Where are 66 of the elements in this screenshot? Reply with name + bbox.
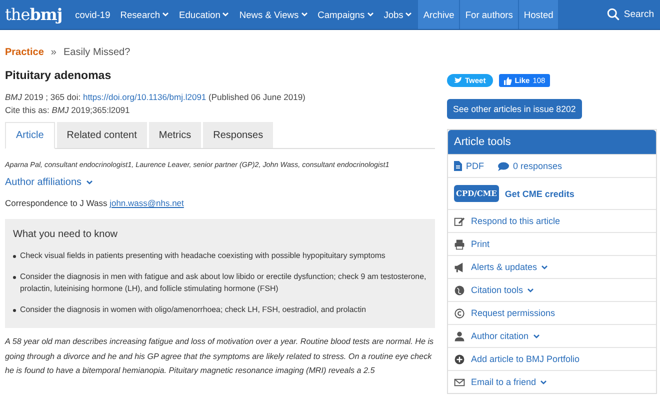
article-tool-link[interactable]: Alerts & updates [471, 262, 548, 272]
issue-articles-button[interactable]: See other articles in issue 8202 [447, 99, 582, 119]
chevron-down-icon [532, 334, 540, 338]
article-tab[interactable]: Article [5, 122, 55, 149]
globe-icon [454, 284, 465, 296]
article-paragraph: A 58 year old man describes increasing fatigue and loss of motivation over a year. Routine blood tests are normal. He is going through a divorce and he and his GP agree that the symptoms are likely related to stress. On a routine eye check he is found to have a bitemporal hemianopia. Pituitary magnetic resonance imaging (MRI) reveals a 2.5 [5, 336, 435, 377]
nav-menu-item[interactable]: Campaigns [312, 0, 379, 29]
chevron-down-icon [162, 12, 170, 17]
chevron-down-icon [541, 264, 548, 270]
chevron-down-icon [366, 12, 374, 17]
nav-menu-item[interactable]: Archive [418, 0, 460, 29]
megaphone-icon [454, 262, 465, 272]
breadcrumb-link[interactable]: Practice [5, 47, 44, 58]
article-tool-link[interactable]: Citation tools [471, 285, 534, 295]
panel-header: Article tools [448, 130, 656, 154]
chevron-down-icon [300, 12, 308, 17]
search-icon [606, 8, 620, 21]
responses-link[interactable]: 0 responses [498, 161, 562, 171]
chevron-down-icon [405, 12, 412, 17]
chevron-down-icon [86, 180, 93, 185]
cme-credits-link[interactable]: Get CME credits [504, 188, 574, 198]
article-tab[interactable]: Metrics [148, 122, 202, 148]
printer-icon [454, 238, 465, 250]
edit-icon [454, 216, 465, 226]
plus-circle-icon [454, 354, 465, 364]
thumbs-up-icon [504, 76, 512, 84]
nav-menu-item[interactable]: Education [174, 0, 234, 29]
article-tool-link[interactable]: Add article to BMJ Portfolio [471, 354, 580, 364]
nav-menu-item[interactable]: Hosted [518, 0, 558, 29]
author-affiliations-link[interactable]: Author affiliations [5, 177, 93, 188]
doi-link[interactable]: https://doi.org/10.1136/bmj.l2091 [82, 92, 206, 102]
article-meta: BMJ 2019 ; 365 doi: https://doi.org/10.1136/bmj.l2091 (Published 06 June 2019) [5, 92, 306, 102]
chevron-down-icon [222, 12, 230, 17]
person-icon [454, 330, 465, 342]
search-link[interactable]: Search [598, 0, 660, 29]
envelope-icon [454, 376, 465, 388]
site-logo[interactable]: thebmj [0, 0, 70, 29]
pdf-link[interactable]: PDF [454, 161, 484, 171]
speech-bubble-icon [498, 162, 509, 170]
copyright-icon [454, 308, 465, 318]
correspondence-text: Correspondence to J Wass john.wass@nhs.net [5, 198, 185, 208]
bird-icon [454, 77, 462, 84]
nav-menu-item[interactable]: Jobs [378, 0, 418, 29]
nav-menu-item[interactable]: For authors [460, 0, 518, 29]
chevron-down-icon [527, 288, 534, 292]
nav-menu-item[interactable]: News & Views [234, 0, 313, 29]
bullet-icon [13, 255, 16, 258]
article-tab[interactable]: Responses [203, 122, 274, 148]
bullet-icon [13, 276, 16, 279]
article-tool-link[interactable]: Print [471, 239, 490, 249]
article-title: Pituitary adenomas [5, 70, 112, 82]
breadcrumb-separator: » [50, 47, 56, 58]
box-heading: What you need to know [13, 229, 119, 240]
article-tool-link[interactable]: Request permissions [471, 308, 556, 318]
nav-menu-item[interactable]: covid-19 [70, 0, 116, 29]
breadcrumb-current: Easily Missed? [63, 47, 130, 58]
email-link[interactable]: john.wass@nhs.net [110, 198, 184, 208]
bullet-icon [13, 309, 16, 312]
article-tool-link[interactable]: Author citation [471, 331, 540, 341]
nav-menu-item[interactable]: Research [115, 0, 174, 29]
article-tab[interactable]: Related content [56, 122, 147, 148]
article-tool-link[interactable]: Email to a friend [471, 377, 548, 387]
chevron-down-icon [540, 380, 548, 384]
citation-text: Cite this as: BMJ 2019;365:l2091 [5, 105, 131, 115]
document-icon [454, 161, 462, 171]
article-tool-link[interactable]: Respond to this article [471, 216, 560, 226]
